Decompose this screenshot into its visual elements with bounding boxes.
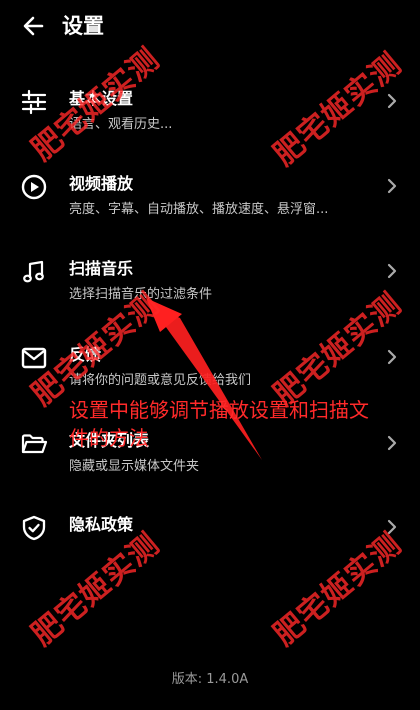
chevron-right-icon (387, 349, 397, 365)
settings-item-folder-list[interactable]: 文件夹列表 隐藏或显示媒体文件夹 (0, 412, 420, 498)
version-label: 版本: 1.4.0A (171, 672, 249, 687)
chevron-right-icon (387, 263, 397, 279)
item-subtitle: 请将你的问题或意见反馈给我们 (69, 373, 252, 388)
chevron-right-icon (387, 93, 397, 109)
item-title: 基本设置 (69, 89, 134, 108)
settings-item-scan-music[interactable]: 扫描音乐 选择扫描音乐的过滤条件 (0, 240, 420, 326)
shield-check-icon (22, 515, 46, 541)
settings-item-video-playback[interactable]: 视频播放 亮度、字幕、自动播放、播放速度、悬浮窗... (0, 155, 420, 241)
item-title: 视频播放 (69, 174, 134, 193)
settings-item-feedback[interactable]: 反馈 请将你的问题或意见反馈给我们 (0, 326, 420, 412)
sliders-icon (21, 89, 47, 115)
item-title: 扫描音乐 (69, 259, 134, 278)
item-subtitle: 语言、观看历史... (69, 117, 173, 132)
settings-item-privacy-policy[interactable]: 隐私政策 (0, 496, 420, 582)
item-title: 隐私政策 (69, 515, 134, 534)
chevron-right-icon (387, 435, 397, 451)
item-title: 反馈 (69, 345, 102, 364)
music-note-icon (23, 260, 44, 283)
chevron-right-icon (387, 178, 397, 194)
item-title: 文件夹列表 (69, 431, 150, 450)
settings-item-basic[interactable]: 基本设置 语言、观看历史... (0, 70, 420, 156)
top-bar: 设置 (0, 0, 420, 52)
chevron-right-icon (387, 519, 397, 535)
play-circle-icon (21, 174, 47, 200)
item-subtitle: 选择扫描音乐的过滤条件 (69, 287, 213, 302)
mail-icon (21, 347, 47, 369)
arrow-left-icon[interactable] (20, 12, 48, 40)
item-subtitle: 隐藏或显示媒体文件夹 (69, 459, 200, 474)
item-subtitle: 亮度、字幕、自动播放、播放速度、悬浮窗... (69, 202, 329, 217)
folder-icon (21, 434, 48, 454)
page-title: 设置 (62, 14, 104, 38)
